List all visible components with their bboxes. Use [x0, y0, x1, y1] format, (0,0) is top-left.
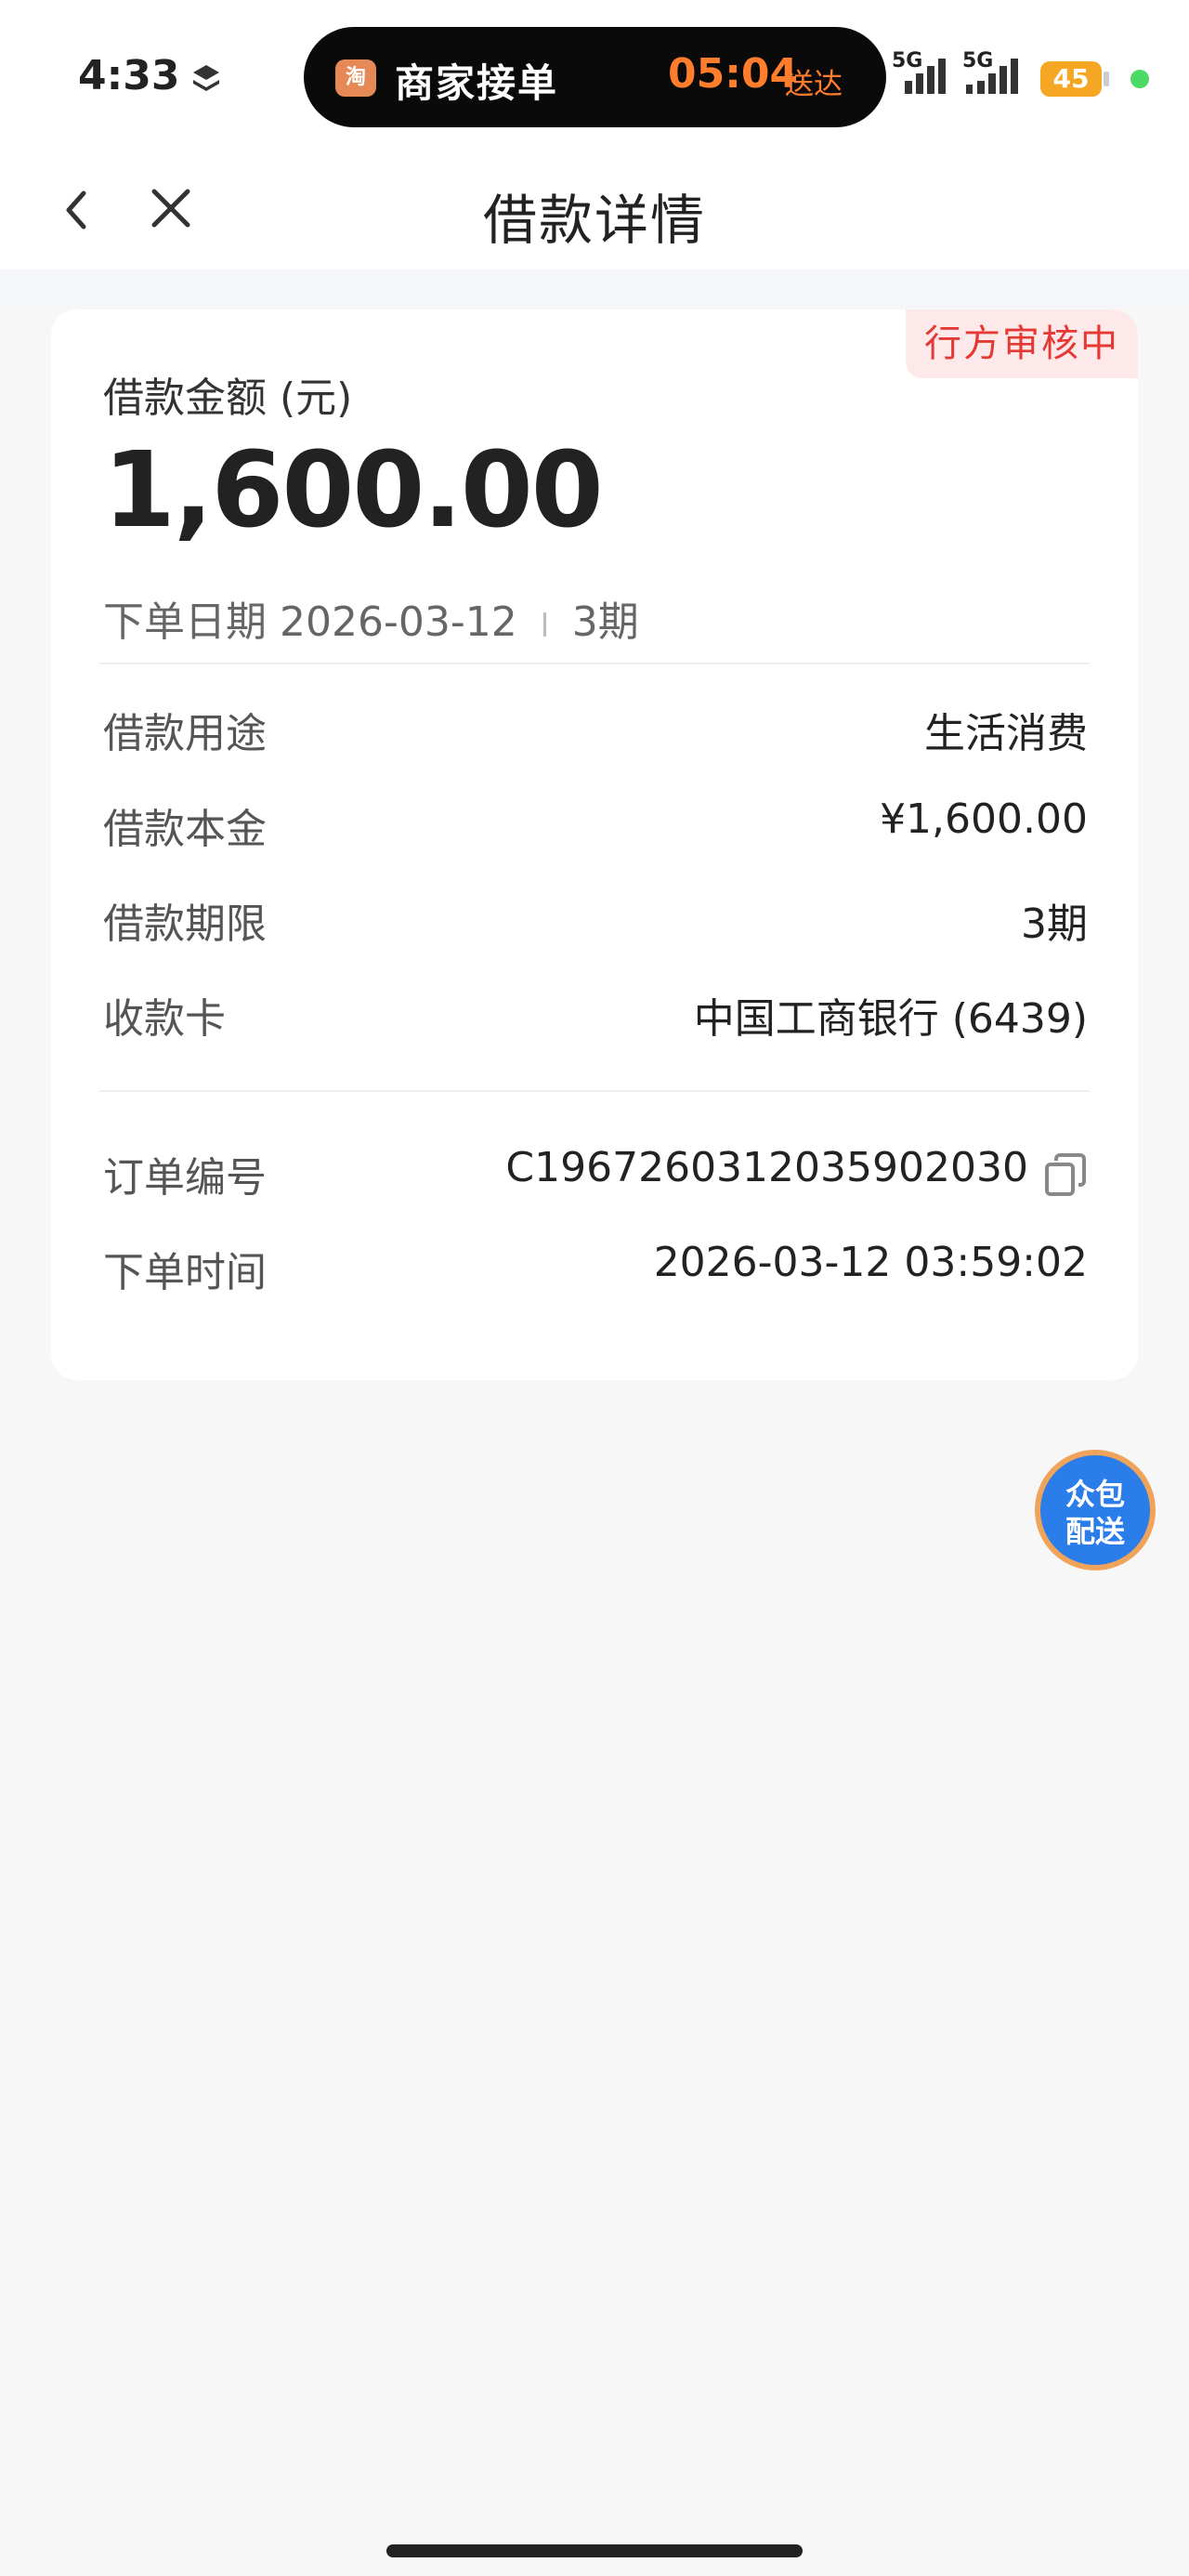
order-number-value: C1967260312035902030 [505, 1144, 1028, 1191]
detail-label: 借款期限 [103, 900, 267, 948]
detail-label: 收款卡 [103, 995, 226, 1043]
island-delivery-time: 05:04 [668, 50, 799, 98]
copy-icon[interactable] [1043, 1151, 1088, 1198]
separator [542, 612, 546, 637]
order-time-value: 2026-03-12 03:59:02 [653, 1239, 1088, 1286]
fab-line-2: 配送 [1065, 1514, 1125, 1549]
signal-bars-icon [966, 59, 1018, 94]
detail-label: 借款用途 [103, 710, 267, 757]
signal-bars-icon [905, 59, 946, 94]
header-spacer [0, 269, 1189, 307]
divider [99, 663, 1090, 664]
amount-label: 借款金额 (元) [103, 375, 353, 422]
status-time: 4:33 [78, 52, 180, 99]
detail-row-purpose: 借款用途 生活消费 [103, 700, 1088, 759]
loan-detail-card: 行方审核中 借款金额 (元) 1,600.00 下单日期 2026-03-12 3… [51, 309, 1138, 1380]
status-bar: 4:33 淘 商家接单 05:04 送达 5G 5G 45 [0, 0, 1189, 149]
detail-row-term: 借款期限 3期 [103, 890, 1088, 950]
order-date: 2026-03-12 [280, 598, 517, 646]
status-badge: 行方审核中 [906, 309, 1138, 378]
divider [99, 1090, 1090, 1092]
island-title: 商家接单 [395, 60, 559, 106]
crowdsource-delivery-button[interactable]: 众包 配送 [1035, 1450, 1156, 1571]
order-number-row: 订单编号 C1967260312035902030 [103, 1144, 1088, 1203]
detail-value: 生活消费 [924, 710, 1088, 757]
page-title: 借款详情 [482, 189, 706, 252]
order-time-label: 下单时间 [103, 1249, 267, 1296]
battery-indicator: 45 [1040, 61, 1102, 97]
order-number-label: 订单编号 [103, 1154, 267, 1202]
detail-value: ¥1,600.00 [880, 795, 1088, 843]
taobao-app-icon: 淘 [335, 59, 376, 97]
island-delivery-label: 送达 [785, 68, 843, 101]
nav-bar: 借款详情 [0, 149, 1189, 269]
privacy-indicator-dot [1130, 70, 1149, 88]
detail-value: 中国工商银行 (6439) [693, 995, 1088, 1043]
layers-icon [193, 65, 219, 91]
period-count: 3期 [571, 598, 639, 646]
order-date-line: 下单日期 2026-03-12 3期 [103, 588, 639, 648]
amount-value: 1,600.00 [103, 430, 604, 551]
detail-label: 借款本金 [103, 806, 267, 853]
fab-line-1: 众包 [1065, 1477, 1125, 1512]
battery-tip [1104, 72, 1109, 86]
detail-value: 3期 [1021, 900, 1088, 948]
home-indicator[interactable] [386, 2544, 803, 2557]
dynamic-island[interactable]: 淘 商家接单 05:04 送达 [304, 27, 886, 127]
order-time-row: 下单时间 2026-03-12 03:59:02 [103, 1239, 1088, 1298]
detail-row-principal: 借款本金 ¥1,600.00 [103, 795, 1088, 855]
detail-row-receiving-card[interactable]: 收款卡 中国工商银行 (6439) [103, 985, 1088, 1045]
order-date-label: 下单日期 [103, 598, 267, 646]
